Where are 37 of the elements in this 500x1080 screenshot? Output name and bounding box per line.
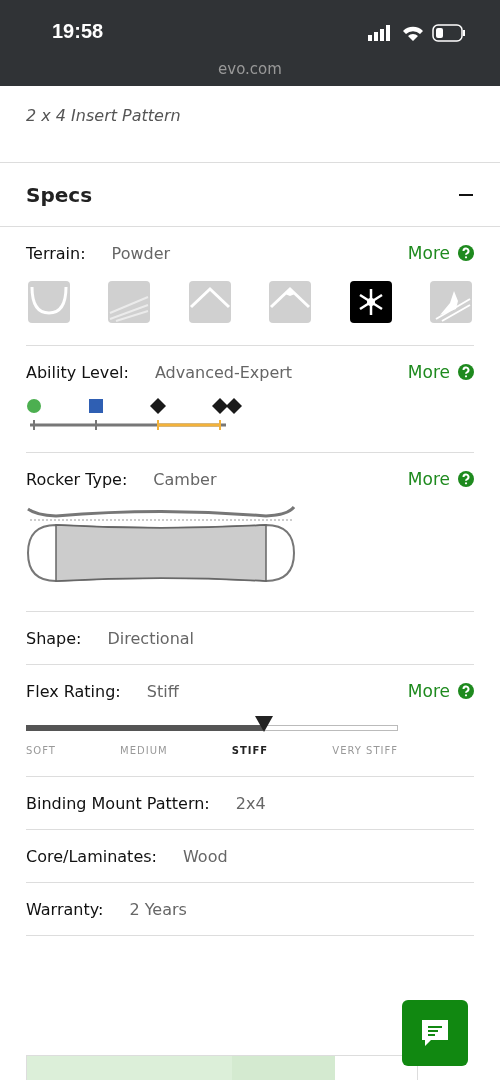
spec-value: 2x4 bbox=[235, 793, 266, 813]
flex-scale-label: SOFT bbox=[26, 745, 56, 756]
help-icon bbox=[458, 364, 474, 380]
help-icon bbox=[458, 245, 474, 261]
spec-label: Warranty: bbox=[26, 899, 104, 919]
spec-value: Stiff bbox=[146, 681, 179, 701]
spec-label: Terrain: bbox=[26, 243, 86, 263]
url-text: evo.com bbox=[218, 60, 282, 78]
battery-icon bbox=[432, 24, 466, 42]
spec-value: 2 Years bbox=[129, 899, 187, 919]
clock: 19:58 bbox=[52, 20, 104, 43]
spec-value: Directional bbox=[107, 628, 195, 648]
spec-label: Rocker Type: bbox=[26, 469, 128, 489]
spec-label: Core/Laminates: bbox=[26, 846, 157, 866]
more-link[interactable]: More bbox=[407, 243, 474, 263]
section-title: Specs bbox=[26, 182, 93, 207]
wifi-icon bbox=[402, 25, 424, 41]
spec-label: Flex Rating: bbox=[26, 681, 121, 701]
flex-scale-label: STIFF bbox=[231, 745, 269, 756]
spec-value: Powder bbox=[111, 243, 171, 263]
chat-button[interactable] bbox=[402, 1000, 468, 1066]
spec-value: Camber bbox=[153, 469, 217, 489]
more-link[interactable]: More bbox=[407, 362, 474, 382]
spec-value: Advanced-Expert bbox=[154, 362, 293, 382]
chat-icon bbox=[419, 1017, 451, 1049]
spec-label: Shape: bbox=[26, 628, 82, 648]
more-link[interactable]: More bbox=[407, 469, 474, 489]
flex-scale-label: VERY STIFF bbox=[332, 745, 398, 756]
flex-scale-label: MEDIUM bbox=[120, 745, 168, 756]
spec-value: Wood bbox=[182, 846, 228, 866]
help-icon bbox=[458, 683, 474, 699]
binding-compatibility-value: 2 x 4 Insert Pattern bbox=[26, 106, 181, 125]
spec-label: Binding Mount Pattern: bbox=[26, 793, 210, 813]
more-link[interactable]: More bbox=[407, 681, 474, 701]
specs-header[interactable]: Specs bbox=[0, 162, 500, 227]
spec-label: Ability Level: bbox=[26, 362, 129, 382]
help-icon bbox=[458, 471, 474, 487]
